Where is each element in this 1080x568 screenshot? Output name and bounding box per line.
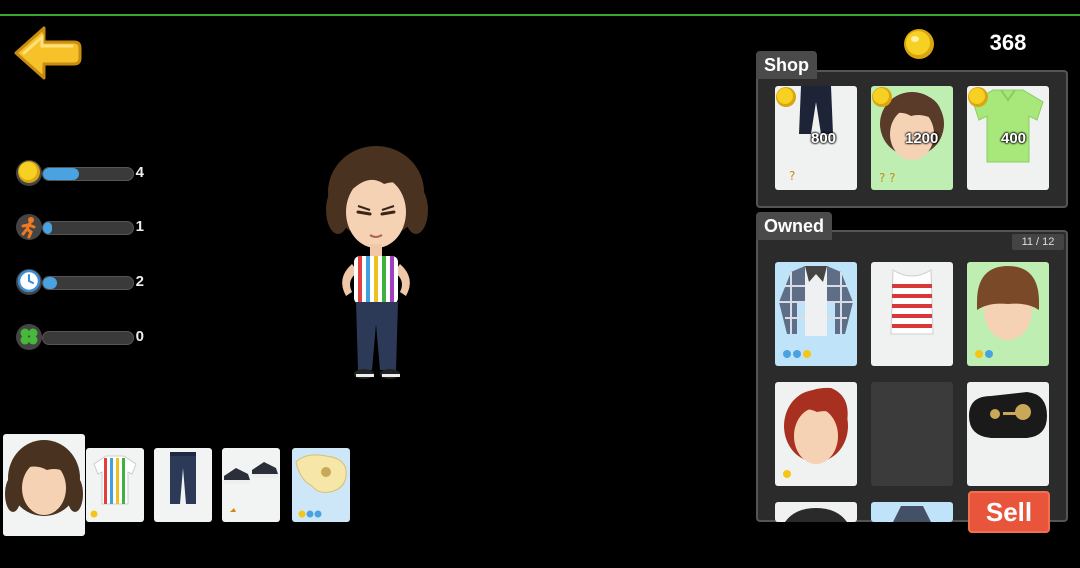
character-avatar[interactable] <box>318 140 438 385</box>
shop-item-polo[interactable]: 400 <box>967 86 1049 190</box>
coin-icon <box>968 87 988 107</box>
coin-icon <box>904 29 934 59</box>
owned-item-7[interactable] <box>775 502 857 522</box>
coin-count: 368 <box>989 30 1027 55</box>
owned-item-bowl-haircut[interactable] <box>967 262 1049 366</box>
stat-bar <box>42 221 134 235</box>
owned-item-plaid-jacket[interactable] <box>775 262 857 366</box>
clover-icon <box>16 324 42 350</box>
equipped-shirt[interactable] <box>86 448 144 522</box>
guitar-case-icon <box>969 392 1047 438</box>
shop-item-pants[interactable]: ? 800 <box>775 86 857 190</box>
svg-text:?: ? <box>789 169 795 183</box>
stat-value: 2 <box>135 273 144 290</box>
item-icon <box>893 506 931 522</box>
stat-luck: 0 <box>14 322 154 352</box>
red-hair-icon <box>783 387 848 478</box>
hair-icon <box>5 440 83 516</box>
owned-item-striped-tank[interactable] <box>871 262 953 366</box>
bowl-haircut-icon <box>975 266 1039 358</box>
back-button[interactable] <box>10 22 84 84</box>
coin-icon <box>776 87 796 107</box>
owned-item-8[interactable] <box>871 502 953 522</box>
stat-bar <box>42 276 134 290</box>
stat-value: 0 <box>135 328 144 345</box>
runner-icon <box>16 214 42 240</box>
equipped-hair[interactable] <box>3 434 85 536</box>
owned-item-red-hair[interactable] <box>775 382 857 486</box>
top-accent-line <box>0 14 1080 16</box>
back-arrow-icon <box>14 26 82 80</box>
shop-item-price: 1200 <box>905 130 939 147</box>
plaid-jacket-icon <box>779 266 853 358</box>
stat-coins: 4 <box>14 158 154 188</box>
shop-item-price: 800 <box>811 130 837 147</box>
equipped-jeans[interactable] <box>154 448 212 522</box>
svg-text:? ?: ? ? <box>879 171 896 185</box>
owned-title: Owned <box>756 212 833 240</box>
striped-shirt-icon <box>90 455 137 518</box>
item-icon <box>785 508 847 522</box>
owned-item-empty-slot[interactable] <box>871 382 953 486</box>
stat-speed: 1 <box>14 212 154 242</box>
coin-icon <box>16 160 42 186</box>
shop-item-hair[interactable]: ? ? 1200 <box>871 86 953 190</box>
equipped-guitar[interactable] <box>292 448 350 522</box>
shop-title: Shop <box>756 51 817 79</box>
shop-item-price: 400 <box>1001 130 1027 147</box>
equipped-sneakers[interactable] <box>222 448 280 522</box>
sneakers-icon <box>224 462 278 512</box>
clock-icon <box>16 269 42 295</box>
stat-value: 4 <box>135 164 144 181</box>
stat-value: 1 <box>135 218 144 235</box>
jeans-icon <box>170 452 196 504</box>
owned-slot-count: 11 / 12 <box>1012 234 1064 250</box>
sell-button[interactable]: Sell <box>968 491 1050 533</box>
coin-icon <box>872 87 892 107</box>
guitar-icon <box>295 454 347 518</box>
owned-item-guitar-case[interactable] <box>967 382 1049 486</box>
striped-tank-icon <box>890 269 934 335</box>
stat-bar <box>42 167 134 181</box>
stat-bar <box>42 331 134 345</box>
stat-time: 2 <box>14 267 154 297</box>
